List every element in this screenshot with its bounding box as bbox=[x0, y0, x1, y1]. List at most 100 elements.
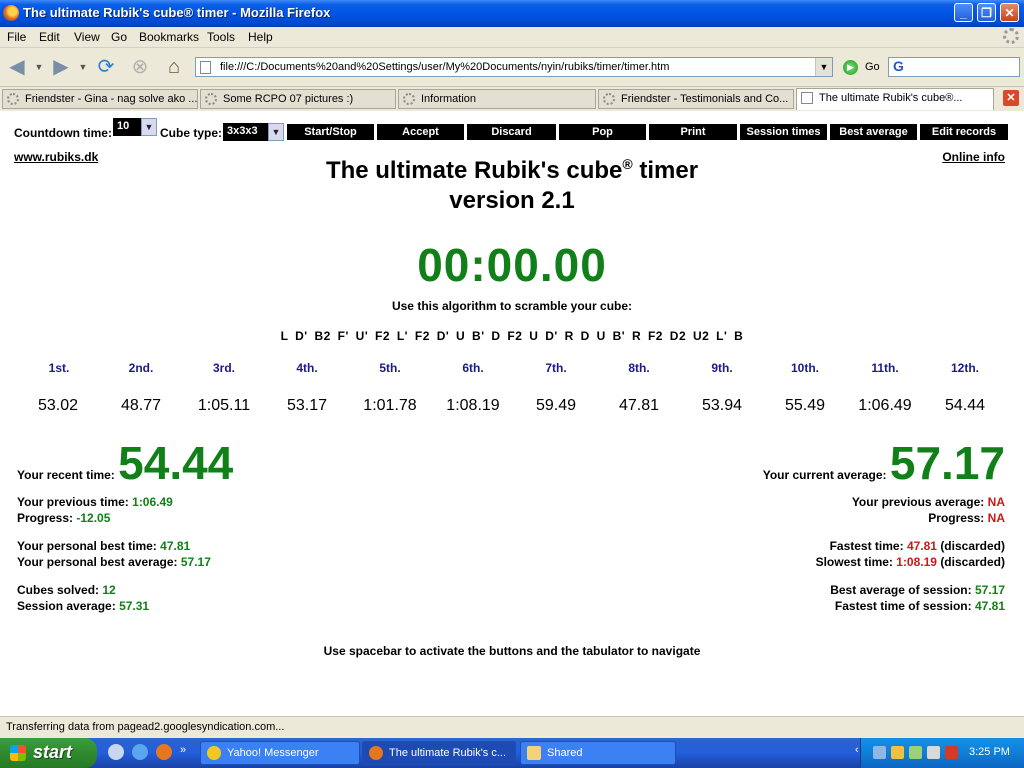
fastest-session-time-row: Fastest time of session: 47.81 bbox=[835, 599, 1005, 613]
firefox-icon bbox=[369, 746, 383, 760]
go-icon[interactable]: ▶ bbox=[843, 60, 858, 75]
window-title: The ultimate Rubik's cube® timer - Mozil… bbox=[23, 5, 331, 20]
yahoo-messenger-icon bbox=[207, 746, 221, 760]
chevron-left-icon[interactable]: ‹ bbox=[855, 744, 865, 757]
session-average-value: 57.31 bbox=[119, 599, 150, 613]
timer-display: 00:00.00 bbox=[417, 239, 607, 291]
rank-label: 6th. bbox=[462, 361, 484, 375]
countdown-select[interactable]: 10 ▼ bbox=[113, 118, 157, 136]
tab-friendster-testimonials[interactable]: Friendster - Testimonials and Co... bbox=[598, 89, 794, 109]
search-input[interactable]: G bbox=[888, 57, 1020, 77]
best-average-button[interactable]: Best average bbox=[830, 124, 917, 140]
chevron-right-icon[interactable]: » bbox=[180, 744, 190, 760]
go-button[interactable]: Go bbox=[865, 61, 880, 73]
tab-rcpo-pictures[interactable]: Some RCPO 07 pictures :) bbox=[200, 89, 396, 109]
fastest-time-note: (discarded) bbox=[940, 539, 1005, 553]
fastest-time-row: Fastest time: 47.81 (discarded) bbox=[830, 539, 1005, 553]
previous-average-row: Your previous average: NA bbox=[852, 495, 1005, 509]
reload-icon[interactable]: ⟳ bbox=[93, 54, 119, 80]
url-dropdown-icon[interactable]: ▼ bbox=[815, 58, 832, 76]
discard-button[interactable]: Discard bbox=[467, 124, 556, 140]
loading-icon bbox=[205, 93, 217, 105]
tab-information[interactable]: Information bbox=[398, 89, 596, 109]
tab-friendster-gina[interactable]: Friendster - Gina - nag solve ako ... bbox=[2, 89, 198, 109]
recent-time-label: Your recent time: bbox=[17, 468, 115, 482]
cube-type-value: 3x3x3 bbox=[227, 125, 258, 137]
messenger-tray-icon[interactable] bbox=[891, 746, 904, 759]
internet-explorer-icon[interactable] bbox=[132, 744, 148, 760]
rank-label: 9th. bbox=[711, 361, 733, 375]
back-icon[interactable]: ◀ bbox=[4, 54, 30, 80]
task-shared-folder[interactable]: Shared bbox=[520, 741, 676, 765]
rank-label: 2nd. bbox=[128, 361, 154, 375]
home-icon[interactable]: ⌂ bbox=[161, 54, 187, 80]
previous-time-row: Your previous time: 1:06.49 bbox=[17, 495, 173, 509]
pb-time-value: 47.81 bbox=[160, 539, 191, 553]
page-icon bbox=[200, 61, 211, 74]
fastest-session-time-label: Fastest time of session: bbox=[834, 599, 972, 613]
menu-view[interactable]: View bbox=[74, 30, 100, 44]
menu-edit[interactable]: Edit bbox=[39, 30, 60, 44]
recent-time-row: Your recent time: 54.44 bbox=[17, 436, 233, 490]
solve-time: 54.44 bbox=[944, 397, 986, 414]
task-label: The ultimate Rubik's c... bbox=[389, 747, 507, 759]
menu-help[interactable]: Help bbox=[248, 30, 273, 44]
antivirus-icon[interactable] bbox=[945, 746, 958, 759]
session-times-button[interactable]: Session times bbox=[740, 124, 827, 140]
title-text: The ultimate Rubik's cube bbox=[325, 157, 623, 184]
task-yahoo-messenger[interactable]: Yahoo! Messenger bbox=[200, 741, 360, 765]
tab-label: Information bbox=[421, 93, 477, 105]
print-button[interactable]: Print bbox=[649, 124, 737, 140]
edit-records-button[interactable]: Edit records bbox=[920, 124, 1008, 140]
current-average-label: Your current average: bbox=[762, 468, 887, 482]
stop-icon[interactable]: ⊗ bbox=[127, 54, 153, 80]
pb-average-row: Your personal best average: 57.17 bbox=[17, 555, 211, 569]
task-rubiks-timer[interactable]: The ultimate Rubik's c... bbox=[362, 741, 516, 765]
menu-bookmarks[interactable]: Bookmarks bbox=[139, 30, 199, 44]
close-tab-icon[interactable]: ✕ bbox=[1003, 90, 1019, 106]
tab-rubiks-timer[interactable]: The ultimate Rubik's cube®... bbox=[796, 88, 994, 110]
solve-time: 59.49 bbox=[535, 397, 577, 414]
pop-button[interactable]: Pop bbox=[559, 124, 646, 140]
best-session-average-value: 57.17 bbox=[974, 583, 1005, 597]
slowest-time-value: 1:08.19 bbox=[896, 555, 937, 569]
rank-label: 8th. bbox=[628, 361, 650, 375]
rank-label: 4th. bbox=[296, 361, 318, 375]
url-bar[interactable]: file:///C:/Documents%20and%20Settings/us… bbox=[195, 57, 833, 77]
minimize-button[interactable]: _ bbox=[954, 3, 973, 22]
tab-label: Friendster - Testimonials and Co... bbox=[621, 93, 789, 105]
page-icon bbox=[801, 92, 813, 104]
keyboard-hint: Use spacebar to activate the buttons and… bbox=[323, 644, 701, 658]
solve-time: 1:06.49 bbox=[858, 397, 912, 414]
menu-tools[interactable]: Tools bbox=[207, 30, 235, 44]
accept-button[interactable]: Accept bbox=[377, 124, 464, 140]
tab-label: The ultimate Rubik's cube®... bbox=[819, 92, 963, 104]
volume-icon[interactable] bbox=[927, 746, 940, 759]
cubes-solved-row: Cubes solved: 12 bbox=[17, 583, 116, 597]
menu-file[interactable]: File bbox=[7, 30, 26, 44]
menu-go[interactable]: Go bbox=[111, 30, 127, 44]
solve-time: 53.94 bbox=[701, 397, 743, 414]
start-button[interactable]: start bbox=[0, 738, 97, 768]
network-icon[interactable] bbox=[873, 746, 886, 759]
title-text-end: timer bbox=[632, 157, 699, 184]
back-dropdown-icon[interactable]: ▼ bbox=[34, 54, 44, 80]
cube-type-select[interactable]: 3x3x3 ▼ bbox=[223, 123, 284, 141]
forward-dropdown-icon[interactable]: ▼ bbox=[78, 54, 88, 80]
solve-time: 1:05.11 bbox=[197, 397, 251, 414]
throbber-icon bbox=[1003, 28, 1019, 44]
forward-icon[interactable]: ▶ bbox=[48, 54, 74, 80]
task-label: Yahoo! Messenger bbox=[227, 747, 319, 759]
start-stop-button[interactable]: Start/Stop bbox=[287, 124, 374, 140]
firefox-quicklaunch-icon[interactable] bbox=[156, 744, 172, 760]
pb-time-label: Your personal best time: bbox=[17, 539, 157, 553]
maximize-button[interactable]: ❐ bbox=[977, 3, 996, 22]
rank-label: 11th. bbox=[871, 361, 899, 375]
close-button[interactable]: ✕ bbox=[1000, 3, 1019, 22]
desktop-icon[interactable] bbox=[108, 744, 124, 760]
security-icon[interactable] bbox=[909, 746, 922, 759]
task-label: Shared bbox=[547, 747, 583, 759]
version-label: version 2.1 bbox=[449, 187, 575, 214]
pb-average-value: 57.17 bbox=[180, 555, 211, 569]
solve-time: 1:08.19 bbox=[446, 397, 500, 414]
